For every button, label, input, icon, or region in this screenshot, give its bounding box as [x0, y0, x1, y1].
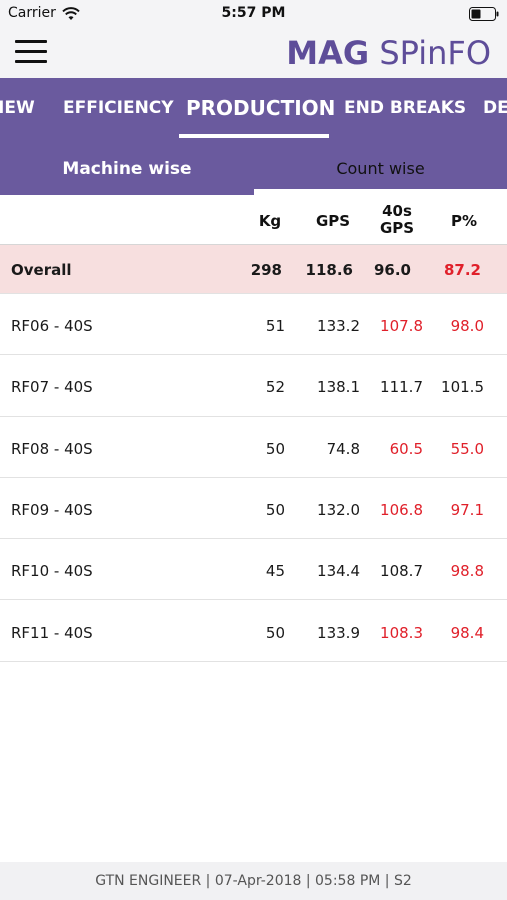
app-header: MAG SPinFO [0, 28, 507, 78]
row-gps: 74.8 [326, 439, 360, 458]
row-kg: 50 [265, 439, 285, 458]
tab-bar: IEW EFFICIENCY PRODUCTION END BREAKS DE [0, 78, 507, 141]
row-40s-gps: 106.8 [380, 500, 423, 519]
table-row[interactable]: RF11 - 40S 50 133.9 108.3 98.4 [0, 601, 507, 662]
status-time: 5:57 PM [221, 5, 286, 21]
column-header-40s-gps: 40s GPS [373, 203, 421, 237]
row-40s-gps: 108.7 [380, 562, 423, 581]
segment-machine-wise[interactable]: Machine wise [0, 141, 254, 195]
tab-end-breaks[interactable]: END BREAKS [344, 78, 466, 141]
footer-status: GTN ENGINEER | 07-Apr-2018 | 05:58 PM | … [0, 862, 507, 900]
row-p-percent: 98.8 [450, 562, 484, 581]
overall-row[interactable]: Overall 298 118.6 96.0 87.2 [0, 245, 507, 294]
overall-kg: 298 [250, 261, 282, 279]
overall-40s-gps: 96.0 [373, 261, 411, 279]
row-machine-label: RF08 - 40S [11, 439, 93, 458]
row-machine-label: RF11 - 40S [11, 623, 93, 642]
row-40s-gps: 107.8 [380, 317, 423, 335]
row-kg: 52 [265, 378, 285, 397]
row-kg: 50 [265, 623, 285, 642]
row-kg: 45 [265, 562, 285, 581]
row-gps: 134.4 [317, 562, 360, 581]
segment-count-wise[interactable]: Count wise [254, 141, 507, 189]
table-row[interactable]: RF09 - 40S 50 132.0 106.8 97.1 [0, 478, 507, 540]
row-gps: 138.1 [317, 378, 360, 397]
app-logo: MAG SPinFO [286, 34, 491, 72]
table-row[interactable]: RF06 - 40S 51 133.2 107.8 98.0 [0, 294, 507, 356]
column-header-p-percent: P% [450, 212, 478, 230]
row-gps: 132.0 [317, 500, 360, 519]
row-p-percent: 98.0 [450, 317, 484, 335]
row-kg: 51 [265, 317, 285, 335]
overall-p-percent: 87.2 [443, 261, 481, 279]
column-header-40s-line2: GPS [379, 219, 415, 237]
segmented-control: Machine wise Count wise [0, 141, 507, 195]
row-40s-gps: 111.7 [380, 378, 423, 397]
status-bar: Carrier 5:57 PM [0, 0, 507, 28]
table-row[interactable]: RF08 - 40S 50 74.8 60.5 55.0 [0, 417, 507, 478]
row-machine-label: RF07 - 40S [11, 378, 93, 397]
table-row[interactable]: RF10 - 40S 45 134.4 108.7 98.8 [0, 539, 507, 601]
table-header: Kg GPS 40s GPS P% [0, 195, 507, 245]
row-machine-label: RF09 - 40S [11, 500, 93, 519]
tab-overview[interactable]: IEW [0, 78, 35, 141]
table-row[interactable]: RF07 - 40S 52 138.1 111.7 101.5 [0, 355, 507, 417]
row-gps: 133.2 [317, 317, 360, 335]
row-gps: 133.9 [317, 623, 360, 642]
row-p-percent: 98.4 [450, 623, 484, 642]
row-p-percent: 55.0 [450, 439, 484, 458]
row-p-percent: 101.5 [441, 378, 484, 397]
tab-production[interactable]: PRODUCTION [186, 78, 335, 141]
overall-label: Overall [11, 261, 72, 279]
overall-gps: 118.6 [305, 261, 353, 279]
tab-efficiency[interactable]: EFFICIENCY [63, 78, 174, 141]
row-kg: 50 [265, 500, 285, 519]
row-40s-gps: 60.5 [389, 439, 423, 458]
row-p-percent: 97.1 [450, 500, 484, 519]
tab-de[interactable]: DE [483, 78, 507, 141]
row-machine-label: RF06 - 40S [11, 317, 93, 335]
column-header-kg: Kg [258, 212, 282, 230]
row-40s-gps: 108.3 [380, 623, 423, 642]
column-header-40s-line1: 40s [382, 202, 412, 220]
active-tab-indicator [179, 134, 329, 138]
row-machine-label: RF10 - 40S [11, 562, 93, 581]
logo-spinfo: SPinFO [369, 34, 491, 72]
battery-icon [469, 7, 499, 21]
column-header-gps: GPS [315, 212, 351, 230]
logo-mag: MAG [286, 34, 370, 72]
hamburger-menu-icon[interactable] [15, 40, 47, 64]
